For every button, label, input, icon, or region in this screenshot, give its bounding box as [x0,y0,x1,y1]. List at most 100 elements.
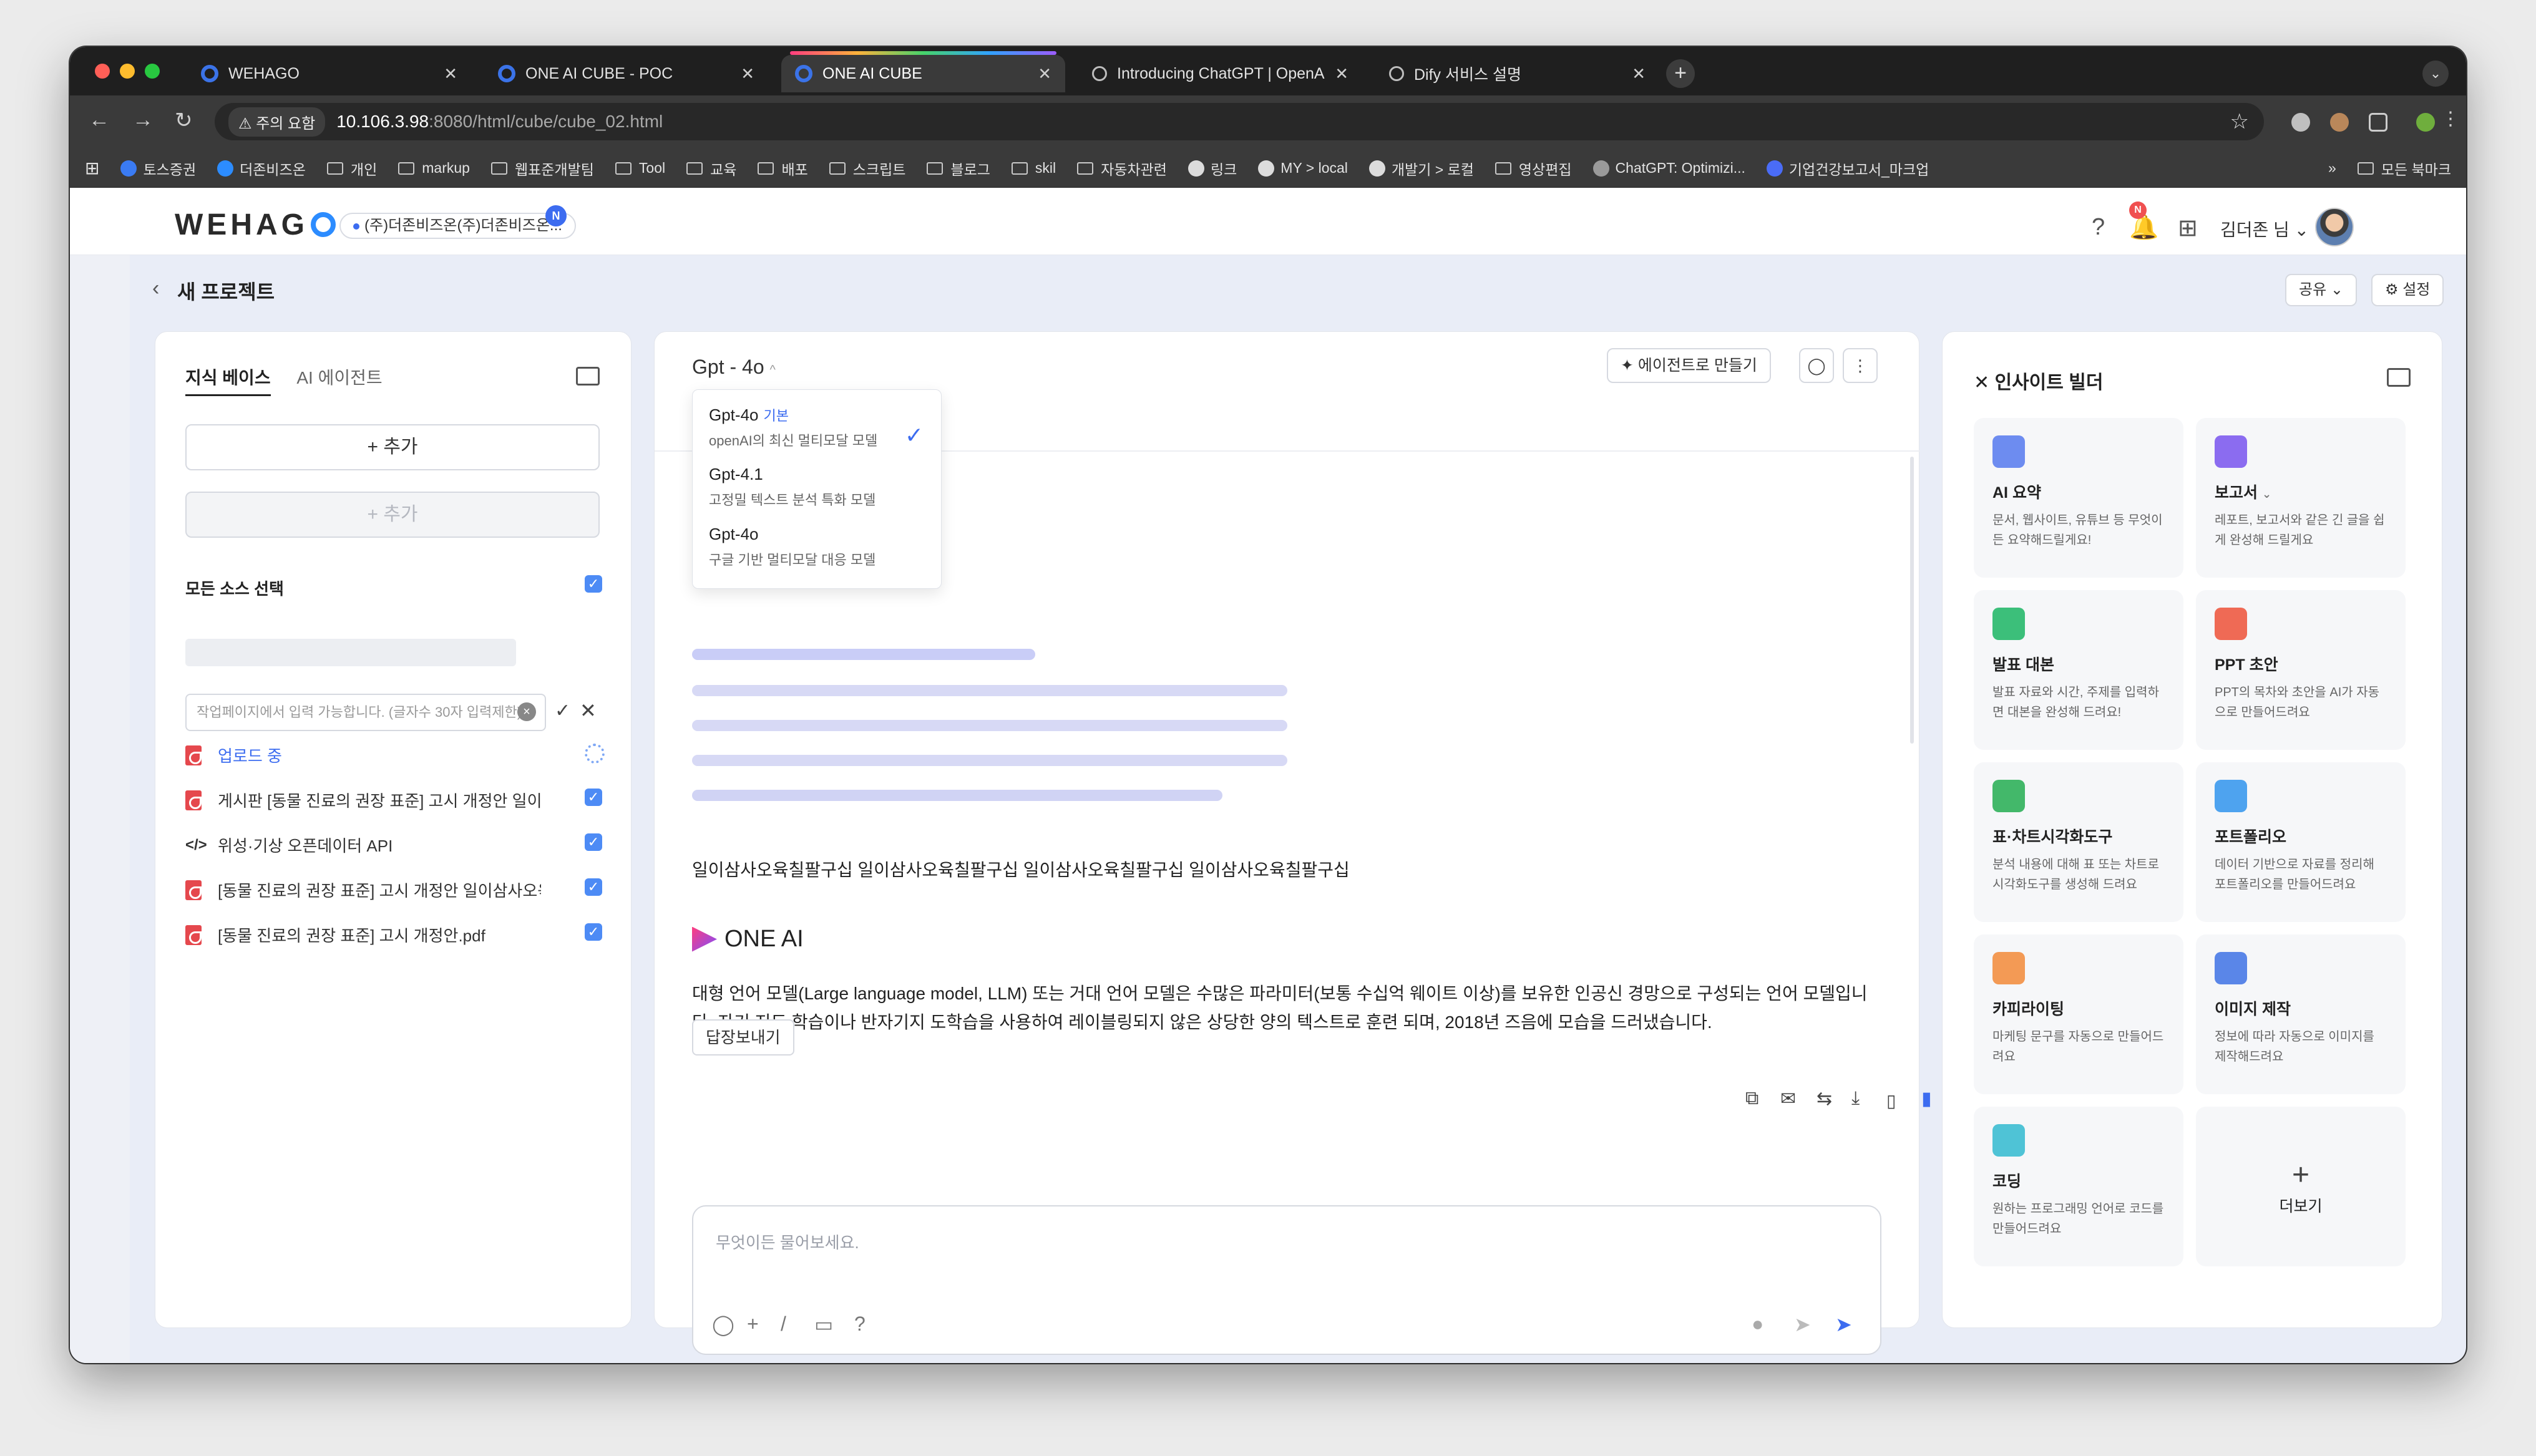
close-window-button[interactable] [95,64,110,79]
source-item[interactable]: 게시판 [동물 진료의 권장 표준] 고시 개정안 일이삼사오육칠팔구십 [185,789,541,812]
insight-card[interactable]: AI 요약 문서, 웹사이트, 유튜브 등 무엇이든 요약해드릴게요! [1974,418,2183,578]
browser-tab[interactable]: ONE AI CUBE - POC ✕ [484,55,768,92]
chat-more-icon[interactable]: ⋮ [1843,348,1878,383]
close-tab-icon[interactable]: ✕ [1632,64,1646,84]
mic-icon[interactable]: ● [1752,1313,1763,1336]
more-button[interactable]: + 더보기 [2196,1107,2406,1266]
share-icon[interactable]: ⇆ [1817,1088,1832,1110]
back-icon[interactable]: ← [89,108,110,132]
profile-icon[interactable] [2416,113,2435,132]
chat-composer[interactable]: 무엇이든 물어보세요. ◯ + / ▭ ? ● ➤ ➤ [692,1205,1881,1355]
model-option[interactable]: Gpt-4.1 고정밀 텍스트 분석 특화 모델 [709,465,875,509]
insight-card[interactable]: 코딩 원하는 프로그래밍 언어로 코드를 만들어드려요 [1974,1107,2183,1266]
browser-menu-icon[interactable]: ⋮ [2441,108,2460,130]
bookmark-folder[interactable]: 개인 [326,158,377,179]
back-chevron-icon[interactable]: ‹ [152,276,159,301]
bookmark-folder[interactable]: 스크립트 [829,158,905,179]
add-source-button[interactable]: + 추가 [185,424,600,470]
insight-card[interactable]: 표·차트시각화도구 분석 내용에 대해 표 또는 차트로 시각화도구를 생성해 드… [1974,762,2183,922]
avatar[interactable] [2315,208,2354,246]
model-selector[interactable]: Gpt - 4o ^ [692,356,776,379]
panel-toggle-icon[interactable] [576,367,600,386]
bookmark-item[interactable]: 개발기 > 로컬 [1368,158,1474,179]
close-tab-icon[interactable]: ✕ [741,64,754,84]
reload-icon[interactable]: ↻ [175,108,193,133]
book-icon[interactable]: ▭ [814,1313,833,1336]
send-icon[interactable]: ➤ [1835,1313,1852,1336]
apps-grid-icon[interactable]: ⊞ [2178,214,2198,242]
bookmark-folder[interactable]: 블로그 [927,158,990,179]
bookmark-folder[interactable]: 영상편집 [1495,158,1572,179]
download-icon[interactable]: ⤓ [1851,1088,1860,1109]
chat-input[interactable]: 무엇이든 물어보세요. [716,1230,859,1253]
extension-icon[interactable] [2330,113,2349,132]
model-option[interactable]: Gpt-4o 기본 openAI의 최신 멀티모달 모델 [709,405,877,450]
bookmark-folder[interactable]: 웹표준개발팀 [490,158,594,179]
chat-bubble-icon[interactable]: ◯ [712,1313,734,1336]
close-tab-icon[interactable]: ✕ [444,64,457,84]
clear-input-icon[interactable]: × [517,702,536,721]
tab-search-icon[interactable]: ⌄ [2422,61,2449,87]
close-tab-icon[interactable]: ✕ [1038,64,1051,84]
insight-card[interactable]: 카피라이팅 마케팅 문구를 자동으로 만들어드려요 [1974,934,2183,1094]
send-gray-icon[interactable]: ➤ [1794,1313,1811,1336]
source-checkbox[interactable]: ✓ [585,923,602,941]
close-tab-icon[interactable]: ✕ [1335,64,1348,84]
bookmark-folder[interactable]: 배포 [758,158,808,179]
insight-card[interactable]: 이미지 제작 정보에 따라 자동으로 이미지를 제작해드려요 [2196,934,2406,1094]
copy-icon[interactable]: ⧉ [1745,1088,1758,1109]
bookmark-filled-icon[interactable]: ▮ [1921,1088,1932,1110]
source-checkbox[interactable]: ✓ [585,789,602,806]
cancel-x-icon[interactable]: ✕ [580,699,597,722]
insight-card[interactable]: 발표 대본 발표 자료와 시간, 주제를 입력하 면 대본을 완성해 드려요! [1974,590,2183,750]
chat-bubble-icon[interactable]: ◯ [1799,348,1834,383]
insight-card[interactable]: 포트폴리오 데이터 기반으로 자료를 정리해 포트폴리오를 만들어드려요 [2196,762,2406,922]
bookmark-icon[interactable]: ▯ [1886,1090,1896,1111]
bookmark-item[interactable]: MY > local [1258,160,1348,177]
all-bookmarks[interactable]: 모든 북마크 [2357,158,2451,179]
browser-tab[interactable]: Dify 서비스 설명 ✕ [1375,55,1659,92]
source-item-uploading[interactable]: 업로드 중 [185,744,541,767]
forward-icon[interactable]: → [132,108,154,132]
help-icon[interactable]: ? [2092,214,2105,241]
apps-grid-icon[interactable]: ⊞ [85,158,99,178]
select-all-checkbox[interactable]: ✓ [585,575,602,593]
source-item[interactable]: </> 위성·기상 오픈데이터 API [185,833,541,857]
new-tab-button[interactable]: + [1666,59,1695,88]
zoom-window-button[interactable] [145,64,160,79]
extensions-puzzle-icon[interactable] [2369,113,2387,132]
tab-knowledge-base[interactable]: 지식 베이스 [185,364,271,396]
bookmark-folder[interactable]: 교육 [686,158,736,179]
confirm-check-icon[interactable]: ✓ [555,700,570,722]
company-selector[interactable]: (주)더존비즈온(주)더존비즈온... [339,213,576,239]
wehago-logo[interactable]: WEHAG [175,208,336,242]
address-bar[interactable]: ⚠ 주의 요함 10.106.3.98:8080/html/cube/cube_… [215,103,2264,140]
source-item[interactable]: [동물 진료의 권장 표준] 고시 개정안 일이삼사오육칠팔구십 [185,878,541,901]
plus-icon[interactable]: + [747,1313,759,1336]
browser-tab-active[interactable]: ONE AI CUBE ✕ [781,51,1065,92]
source-checkbox[interactable]: ✓ [585,833,602,851]
source-checkbox[interactable]: ✓ [585,878,602,896]
bookmark-folder[interactable]: 자동차관련 [1077,158,1167,179]
share-button[interactable]: 공유 ⌄ [2285,274,2357,306]
user-menu[interactable]: 김더존 님 ⌄ [2220,216,2309,241]
model-option[interactable]: Gpt-4o 구글 기반 멀티모달 대응 모델 [709,525,875,569]
reply-button[interactable]: 답장보내기 [692,1019,794,1056]
browser-tab[interactable]: Introducing ChatGPT | OpenA ✕ [1078,55,1362,92]
bookmark-item[interactable]: 토스증권 [120,158,196,179]
source-name-input[interactable]: 작업페이지에서 입력 가능합니다. (글자수 30자 입력제한) [185,694,546,731]
insight-card[interactable]: PPT 초안 PPT의 목차와 초안을 AI가 자동으로 만들어드려요 [2196,590,2406,750]
security-warning[interactable]: ⚠ 주의 요함 [228,107,326,137]
bookmark-folder[interactable]: markup [398,160,470,177]
chat-scrollbar[interactable] [1910,457,1914,744]
slash-command-icon[interactable]: / [781,1313,786,1336]
close-icon[interactable]: ✕ [1974,372,1989,393]
bookmark-folder[interactable]: Tool [615,160,665,177]
browser-tab[interactable]: WEHAGO ✕ [187,55,471,92]
bookmark-star-icon[interactable]: ☆ [2230,109,2249,134]
settings-button[interactable]: ⚙ 설정 [2371,274,2444,306]
minimize-window-button[interactable] [120,64,135,79]
mail-icon[interactable]: ✉ [1780,1088,1796,1110]
add-source-button-disabled[interactable]: + 추가 [185,492,600,538]
bookmark-item[interactable]: ChatGPT: Optimizi... [1592,160,1745,177]
